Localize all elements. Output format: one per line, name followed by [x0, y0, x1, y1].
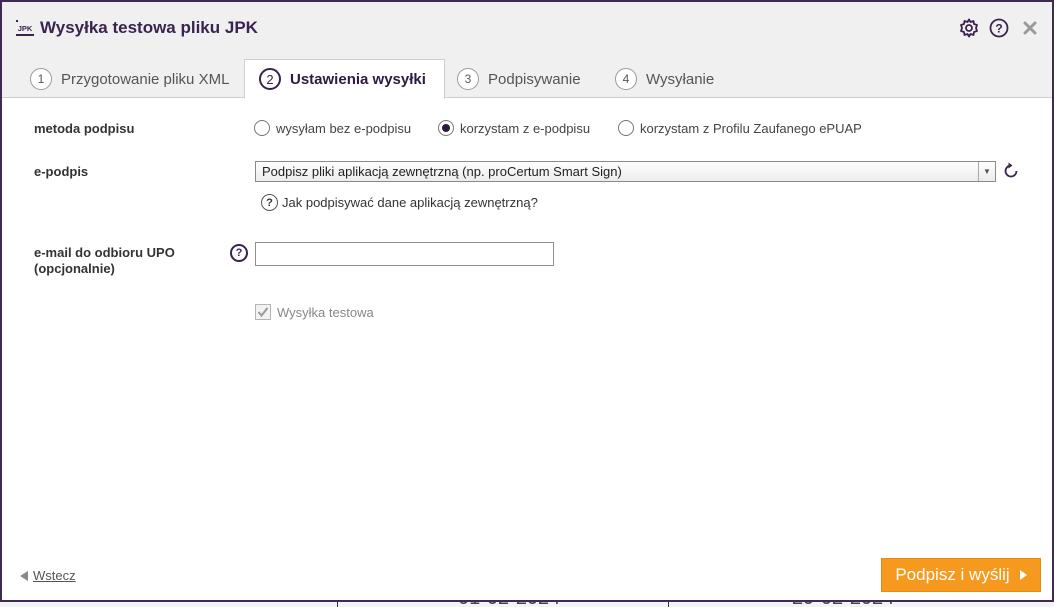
- radio-circle: [618, 120, 634, 136]
- tab-label: Przygotowanie pliku XML: [61, 70, 230, 88]
- radio-label: korzystam z Profilu Zaufanego ePUAP: [640, 120, 862, 136]
- signature-method-label: metoda podpisu: [34, 121, 135, 136]
- help-icon[interactable]: ?: [989, 18, 1009, 38]
- svg-text:?: ?: [995, 22, 1002, 36]
- chevron-down-icon: ▼: [978, 162, 995, 181]
- tab-label: Wysyłanie: [646, 70, 715, 88]
- dialog-title: Wysyłka testowa pliku JPK: [40, 18, 258, 37]
- chevron-left-icon: [20, 570, 28, 581]
- email-label-line1: e-mail do odbioru UPO: [34, 245, 175, 260]
- submit-label: Podpisz i wyślij: [895, 565, 1010, 584]
- email-help-icon[interactable]: ?: [230, 244, 248, 262]
- wizard-tabs: 1 Przygotowanie pliku XML 2 Ustawienia w…: [2, 52, 1052, 99]
- gear-icon[interactable]: [959, 18, 979, 38]
- email-label: e-mail do odbioru UPO (opcjonalnie): [34, 245, 175, 277]
- checkbox-label: Wysyłka testowa: [277, 304, 374, 320]
- radio-no-signature[interactable]: wysyłam bez e-podpisu: [254, 120, 411, 136]
- tab-label: Ustawienia wysyłki: [290, 70, 426, 88]
- radio-label: wysyłam bez e-podpisu: [276, 120, 412, 136]
- radio-e-signature[interactable]: korzystam z e-podpisu: [438, 120, 590, 136]
- send-test-dialog: JPK Wysyłka testowa pliku JPK ? 1 Przygo…: [0, 0, 1054, 602]
- e-signature-label: e-podpis: [34, 164, 89, 179]
- tab-number: 3: [457, 68, 479, 90]
- chevron-right-icon: [1019, 570, 1027, 580]
- back-link[interactable]: Wstecz: [20, 568, 76, 583]
- refresh-icon[interactable]: [1001, 161, 1021, 181]
- select-value: Podpisz pliki aplikacją zewnętrzną (np. …: [262, 164, 622, 179]
- email-label-line2: (opcjonalnie): [34, 261, 115, 276]
- tab-sending[interactable]: 4 Wysyłanie: [615, 59, 714, 99]
- tab-number: 2: [259, 68, 281, 90]
- back-label: Wstecz: [33, 568, 76, 583]
- tab-label: Podpisywanie: [488, 70, 581, 88]
- logo-text: JPK: [18, 24, 33, 33]
- tab-number: 1: [30, 68, 52, 90]
- tab-prepare-xml[interactable]: 1 Przygotowanie pliku XML: [30, 59, 229, 99]
- radio-label: korzystam z e-podpisu: [460, 120, 591, 136]
- radio-circle: [254, 120, 270, 136]
- tab-send-settings[interactable]: 2 Ustawienia wysyłki: [244, 59, 445, 99]
- dialog-titlebar: JPK Wysyłka testowa pliku JPK ?: [2, 2, 1052, 52]
- question-icon: ?: [261, 194, 278, 211]
- radio-epuap-profile[interactable]: korzystam z Profilu Zaufanego ePUAP: [618, 120, 862, 136]
- checkbox-checked-icon: [255, 304, 271, 320]
- radio-circle-selected: [438, 120, 454, 136]
- close-icon[interactable]: [1020, 18, 1040, 38]
- test-send-checkbox[interactable]: Wysyłka testowa: [255, 304, 374, 320]
- tab-number: 4: [615, 68, 637, 90]
- external-app-help-link[interactable]: ? Jak podpisywać dane aplikacją zewnętrz…: [261, 194, 538, 211]
- help-link-text: Jak podpisywać dane aplikacją zewnętrzną…: [282, 195, 538, 210]
- sign-and-send-button[interactable]: Podpisz i wyślij: [881, 558, 1041, 592]
- tab-signing[interactable]: 3 Podpisywanie: [457, 59, 581, 99]
- email-field[interactable]: [255, 242, 554, 266]
- jpk-logo-icon: JPK: [16, 20, 34, 36]
- e-signature-select[interactable]: Podpisz pliki aplikacją zewnętrzną (np. …: [255, 161, 996, 182]
